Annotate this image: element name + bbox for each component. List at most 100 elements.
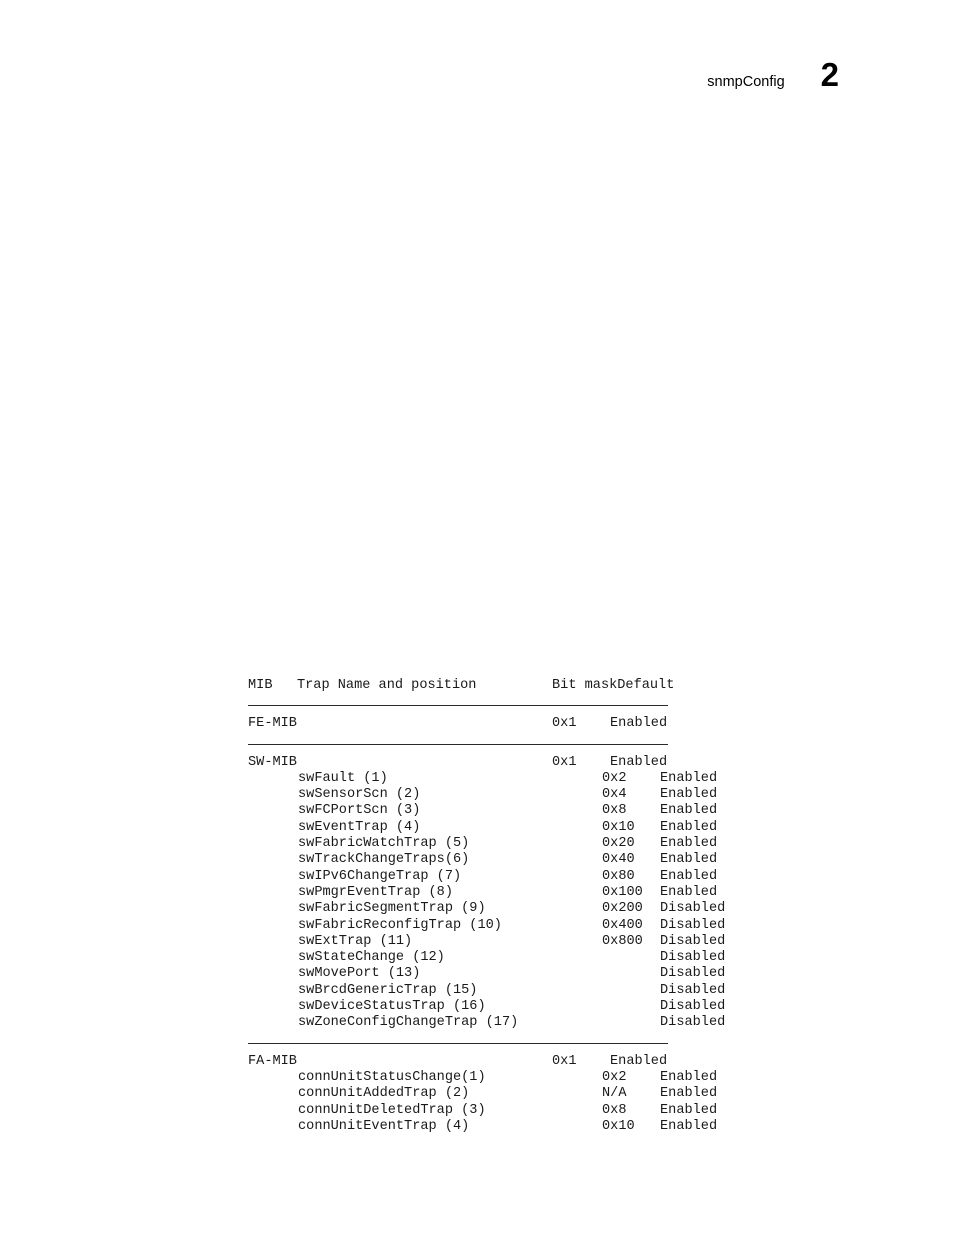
page-number: 2 (820, 56, 839, 93)
bit-mask-value: 0x1 (552, 1053, 577, 1069)
running-head: snmpConfig (707, 74, 785, 90)
table-row: swMovePort (13) Disabled (248, 966, 725, 982)
table-row: swFault (1) 0x2 Enabled (248, 770, 717, 787)
bit-mask-value: 0x400 (602, 917, 643, 933)
default-value: Enabled (660, 770, 718, 786)
trap-name: connUnitStatusChange(1) (298, 1069, 486, 1085)
trap-name: swBrcdGenericTrap (15) (298, 982, 478, 998)
mib-name: SW-MIB (248, 754, 297, 770)
trap-name: swPmgrEventTrap (8) (298, 884, 453, 900)
default-value: Disabled (660, 950, 726, 966)
trap-name: swTrackChangeTraps(6) (298, 852, 470, 868)
default-value: Disabled (660, 999, 726, 1015)
table-row: swTrackChangeTraps(6) 0x40 Enabled (248, 852, 717, 868)
bit-mask-value: 0x10 (602, 819, 635, 835)
default-value: Disabled (660, 982, 726, 998)
default-value: Enabled (660, 1086, 718, 1102)
default-value: Enabled (660, 1118, 718, 1134)
table-row: swFabricReconfigTrap (10) 0x400 Disabled (248, 917, 725, 934)
trap-name: swEventTrap (4) (298, 819, 421, 835)
trap-name: swMovePort (13) (298, 966, 421, 982)
trap-name: connUnitAddedTrap (2) (298, 1086, 470, 1102)
bit-mask-value: 0x4 (602, 787, 627, 803)
default-value: Enabled (660, 884, 718, 900)
trap-name: connUnitDeletedTrap (3) (298, 1102, 486, 1118)
default-value: Disabled (660, 933, 726, 949)
trap-name: swDeviceStatusTrap (16) (298, 999, 486, 1015)
default-value: Disabled (660, 1015, 726, 1031)
table-row: swExtTrap (11) 0x800 Disabled (248, 933, 725, 950)
trap-name: swFault (1) (298, 770, 388, 786)
table-row: swFabricWatchTrap (5) 0x20 Enabled (248, 836, 717, 852)
default-value: Enabled (660, 1069, 718, 1085)
page-header: snmpConfig 2 (707, 58, 839, 91)
header-spacer (272, 678, 296, 693)
bit-mask-value: 0x8 (602, 1102, 627, 1118)
table-row: connUnitStatusChange(1) 0x2 Enabled (248, 1069, 717, 1086)
bit-mask-value: 0x20 (602, 836, 635, 852)
bit-mask-value: 0x1 (552, 716, 577, 732)
column-header-bit-mask: Bit mask (552, 678, 618, 693)
table-row: swPmgrEventTrap (8) 0x100 Enabled (248, 884, 717, 901)
trap-name: swSensorScn (2) (298, 787, 421, 803)
bit-mask-value: 0x10 (602, 1118, 635, 1134)
bit-mask-value: 0x1 (552, 754, 577, 770)
table-row: SW-MIB 0x1 Enabled (248, 755, 668, 771)
table-row: swStateChange (12) Disabled (248, 950, 725, 966)
table-row: connUnitEventTrap (4) 0x10 Enabled (248, 1118, 717, 1135)
trap-name: swZoneConfigChangeTrap (17) (298, 1015, 519, 1031)
bit-mask-value: 0x8 (602, 803, 627, 819)
default-value: Disabled (660, 917, 726, 933)
trap-name: swFabricReconfigTrap (10) (298, 917, 502, 933)
trap-name: connUnitEventTrap (4) (298, 1118, 470, 1134)
bit-mask-value: N/A (602, 1086, 627, 1102)
table-row: swSensorScn (2) 0x4 Enabled (248, 787, 717, 803)
mib-name: FA-MIB (248, 1053, 297, 1069)
table-row: FE-MIB 0x1 Enabled (248, 716, 668, 732)
default-value: Enabled (660, 852, 718, 868)
bit-mask-value: 0x2 (602, 1069, 627, 1085)
default-value: Enabled (660, 836, 718, 852)
bit-mask-value: 0x100 (602, 884, 643, 900)
default-value: Enabled (660, 868, 718, 884)
default-value: Enabled (610, 1053, 668, 1069)
mib-name: FE-MIB (248, 716, 297, 732)
bit-mask-value: 0x40 (602, 852, 635, 868)
table-row: swIPv6ChangeTrap (7) 0x80 Enabled (248, 868, 717, 885)
bit-mask-value: 0x200 (602, 901, 643, 917)
table-row: swEventTrap (4) 0x10 Enabled (248, 819, 717, 836)
table-header-row: MIB Trap Name and position Bit mask Defa… (248, 678, 674, 694)
default-value: Enabled (660, 803, 718, 819)
column-header-trap-name: Trap Name and position (296, 678, 477, 693)
trap-name: swFabricWatchTrap (5) (298, 836, 470, 852)
table-row: connUnitDeletedTrap (3) 0x8 Enabled (248, 1102, 717, 1119)
bit-mask-value: 0x2 (602, 770, 627, 786)
bit-mask-value: 0x80 (602, 868, 635, 884)
default-value: Enabled (660, 819, 718, 835)
trap-name: swIPv6ChangeTrap (7) (298, 868, 462, 884)
column-header-mib-trapname: MIB Trap Name and position (248, 678, 552, 694)
snmp-trap-table: MIB Trap Name and position Bit mask Defa… (248, 678, 725, 1135)
default-value: Enabled (610, 716, 668, 732)
default-value: Disabled (660, 901, 726, 917)
table-row: FA-MIB 0x1 Enabled (248, 1054, 668, 1070)
default-value: Disabled (660, 966, 726, 982)
trap-name: swExtTrap (11) (298, 933, 413, 949)
column-header-default: Default (617, 678, 675, 693)
table-row: swZoneConfigChangeTrap (17) Disabled (248, 1015, 725, 1031)
default-value: Enabled (660, 1102, 718, 1118)
trap-name: swFCPortScn (3) (298, 803, 421, 819)
table-row: swFCPortScn (3) 0x8 Enabled (248, 803, 717, 819)
default-value: Enabled (610, 754, 668, 770)
trap-name: swFabricSegmentTrap (9) (298, 901, 486, 917)
table-row: connUnitAddedTrap (2) N/A Enabled (248, 1086, 717, 1102)
default-value: Enabled (660, 787, 718, 803)
table-row: swFabricSegmentTrap (9) 0x200 Disabled (248, 901, 725, 917)
bit-mask-value: 0x800 (602, 933, 643, 949)
